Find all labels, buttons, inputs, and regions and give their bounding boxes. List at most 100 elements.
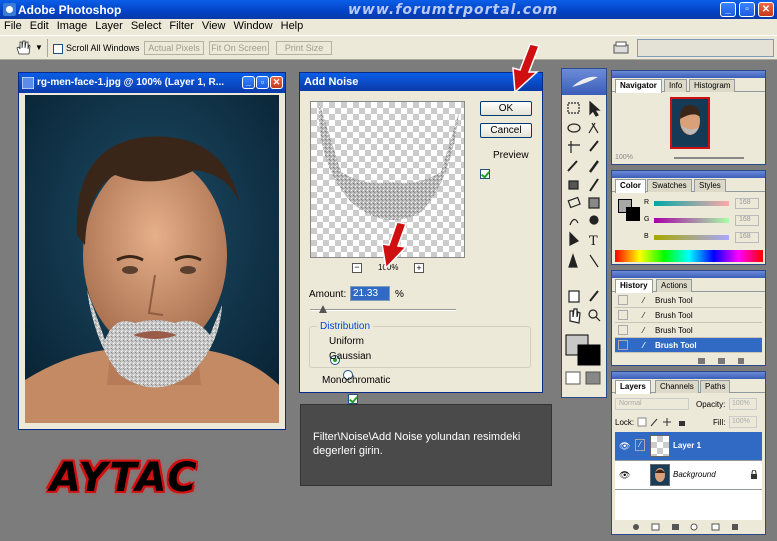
history-grip[interactable] (612, 271, 765, 278)
color-tabs: Color Swatches Styles (612, 178, 765, 193)
menu-image[interactable]: Image (53, 19, 92, 32)
minimize-button[interactable]: _ (720, 2, 736, 17)
tab-navigator[interactable]: Navigator (615, 79, 662, 93)
new-layer-icon (711, 523, 720, 531)
color-spectrum-bar[interactable] (615, 250, 763, 262)
channel-r-slider[interactable] (654, 201, 729, 206)
history-brush-icon: ⁄ (643, 311, 645, 320)
history-brush-icon: ⁄ (643, 341, 645, 350)
doc-maximize-button[interactable]: ▫ (256, 76, 269, 89)
menu-layer[interactable]: Layer (91, 19, 127, 32)
layers-list: 👁 ⁄ Layer 1 👁 Background (615, 432, 762, 520)
layer-style-icon (633, 524, 639, 530)
tab-history[interactable]: History (615, 279, 653, 293)
new-document-from-state-icon (698, 358, 705, 364)
menu-file[interactable]: File (0, 19, 26, 32)
cancel-button[interactable]: Cancel (480, 123, 532, 138)
layers-tabs: Layers Channels Paths (612, 379, 765, 394)
tab-swatches[interactable]: Swatches (647, 179, 692, 192)
navigator-grip[interactable] (612, 71, 765, 78)
tab-channels[interactable]: Channels (655, 380, 699, 393)
navigator-zoom-slider[interactable] (674, 157, 744, 159)
channel-g-slider[interactable] (654, 218, 729, 223)
tab-paths[interactable]: Paths (700, 380, 731, 393)
menu-view[interactable]: View (198, 19, 230, 32)
restore-button[interactable]: ▫ (739, 2, 755, 17)
history-item[interactable]: ⁄ Brush Tool (615, 293, 762, 308)
hand-tool-icon[interactable] (14, 40, 32, 56)
pen-tool-icon (568, 253, 578, 268)
adobe-feather-icon[interactable] (570, 75, 600, 89)
monochromatic-checkbox[interactable] (348, 394, 359, 405)
hand-tool-icon-small (569, 308, 581, 324)
opacity-input[interactable]: 100% (729, 398, 757, 410)
lock-icons[interactable] (637, 417, 695, 427)
palette-well[interactable] (637, 39, 774, 57)
eyedropper-tool-icon (589, 290, 599, 302)
fill-label: Fill: (713, 418, 726, 427)
lock-transparent-icon (637, 417, 647, 427)
lock-all-icon (679, 421, 685, 426)
channel-g-value[interactable]: 168 (735, 215, 759, 226)
menu-select[interactable]: Select (127, 19, 166, 32)
history-footer-icons[interactable] (696, 357, 756, 365)
tool-preset-chevron-down-icon[interactable]: ▼ (35, 43, 43, 52)
color-bg-swatch[interactable] (626, 207, 640, 221)
navigator-thumbnail[interactable] (670, 97, 710, 149)
document-canvas[interactable] (25, 95, 279, 423)
channel-b-value[interactable]: 168 (735, 232, 759, 243)
tab-actions[interactable]: Actions (656, 279, 693, 292)
layers-footer-icons[interactable] (632, 522, 762, 532)
history-item[interactable]: ⁄ Brush Tool (615, 323, 762, 338)
channel-r-value[interactable]: 168 (735, 198, 759, 209)
monochromatic-label: Monochromatic (322, 375, 391, 386)
amount-slider-thumb[interactable] (319, 305, 328, 313)
tab-info[interactable]: Info (664, 79, 688, 92)
zoom-out-button[interactable]: − (352, 263, 362, 273)
preview-checkbox[interactable] (480, 169, 490, 180)
menu-help[interactable]: Help (277, 19, 308, 32)
blend-mode-select[interactable]: Normal (615, 398, 689, 410)
layer-brush-link-icon[interactable]: ⁄ (635, 439, 645, 451)
tab-color[interactable]: Color (615, 179, 646, 193)
doc-close-button[interactable]: ✕ (270, 76, 283, 89)
fill-input[interactable]: 100% (729, 416, 757, 428)
aytac-logo: AYTAC (50, 455, 199, 501)
fit-on-screen-button[interactable]: Fit On Screen (209, 41, 269, 55)
clone-stamp-tool-icon (568, 180, 579, 190)
menu-filter[interactable]: Filter (165, 19, 197, 32)
actual-pixels-button[interactable]: Actual Pixels (144, 41, 204, 55)
opacity-label: Opacity: (696, 400, 726, 409)
tab-layers[interactable]: Layers (615, 380, 651, 394)
file-browser-icon[interactable] (612, 40, 630, 56)
doc-minimize-button[interactable]: _ (242, 76, 255, 89)
standard-mode-icon (565, 371, 581, 385)
history-item[interactable]: ⁄ Brush Tool (615, 308, 762, 323)
document-icon (22, 77, 34, 89)
history-brush-icon: ⁄ (643, 326, 645, 335)
navigator-zoom: 100% (615, 154, 633, 161)
zoom-in-button[interactable]: + (414, 263, 424, 273)
tab-styles[interactable]: Styles (694, 179, 726, 192)
color-grip[interactable] (612, 171, 765, 178)
layer-row-layer-1[interactable]: 👁 ⁄ Layer 1 (615, 432, 762, 461)
amount-input[interactable] (350, 286, 390, 301)
layers-grip[interactable] (612, 372, 765, 379)
amount-slider-track[interactable] (310, 309, 456, 311)
tab-histogram[interactable]: Histogram (689, 79, 736, 92)
instruction-box: Filter\Noise\Add Noise yolundan resimdek… (300, 404, 552, 486)
menu-window[interactable]: Window (230, 19, 277, 32)
layer-visibility-eye-icon[interactable]: 👁 (619, 470, 630, 481)
ok-button[interactable]: OK (480, 101, 532, 116)
layer-visibility-eye-icon[interactable]: 👁 (619, 441, 630, 452)
menu-edit[interactable]: Edit (26, 19, 53, 32)
channel-b-slider[interactable] (654, 235, 729, 240)
lock-label: Lock: (615, 418, 635, 427)
layer-lock-icon (751, 470, 757, 479)
history-item[interactable]: ⁄ Brush Tool (615, 338, 762, 353)
close-button[interactable]: ✕ (758, 2, 774, 17)
layer-row-background[interactable]: 👁 Background (615, 461, 762, 490)
scroll-all-windows-checkbox[interactable] (53, 44, 63, 55)
print-size-button[interactable]: Print Size (276, 41, 332, 55)
amount-label: Amount: (309, 289, 347, 300)
